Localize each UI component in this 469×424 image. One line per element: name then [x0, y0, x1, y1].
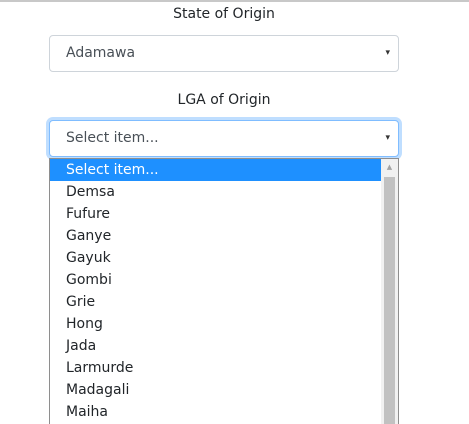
- lga-option[interactable]: Madagali: [50, 379, 382, 401]
- lga-option[interactable]: Gombi: [50, 269, 382, 291]
- lga-option[interactable]: Select item...: [50, 159, 382, 181]
- lga-option[interactable]: Ganye: [50, 225, 382, 247]
- lga-of-origin-label: LGA of Origin: [177, 92, 271, 108]
- lga-option[interactable]: Larmurde: [50, 357, 382, 379]
- lga-option[interactable]: Grie: [50, 291, 382, 313]
- caret-down-icon: ▾: [385, 48, 390, 58]
- dropdown-scrollbar[interactable]: ▲: [381, 159, 398, 424]
- lga-option[interactable]: Demsa: [50, 181, 382, 203]
- lga-option[interactable]: Maiha: [50, 401, 382, 423]
- lga-of-origin-select[interactable]: Select item... ▾: [49, 120, 399, 157]
- lga-option[interactable]: Gayuk: [50, 247, 382, 269]
- state-select-value: Adamawa: [66, 45, 136, 61]
- state-of-origin-select[interactable]: Adamawa ▾: [49, 35, 399, 72]
- caret-down-icon: ▾: [385, 133, 390, 143]
- scroll-up-arrow-icon[interactable]: ▲: [381, 159, 398, 176]
- lga-option[interactable]: Hong: [50, 313, 382, 335]
- lga-options-list: Select item... Demsa Fufure Ganye Gayuk Gombi…: [50, 159, 382, 423]
- lga-select-value: Select item...: [66, 130, 159, 146]
- scrollbar-thumb[interactable]: [384, 177, 395, 424]
- lga-option[interactable]: Jada: [50, 335, 382, 357]
- state-of-origin-label: State of Origin: [173, 6, 275, 22]
- lga-options-dropdown: Select item... Demsa Fufure Ganye Gayuk Gombi…: [49, 158, 399, 424]
- lga-option[interactable]: Fufure: [50, 203, 382, 225]
- top-divider: [0, 0, 469, 2]
